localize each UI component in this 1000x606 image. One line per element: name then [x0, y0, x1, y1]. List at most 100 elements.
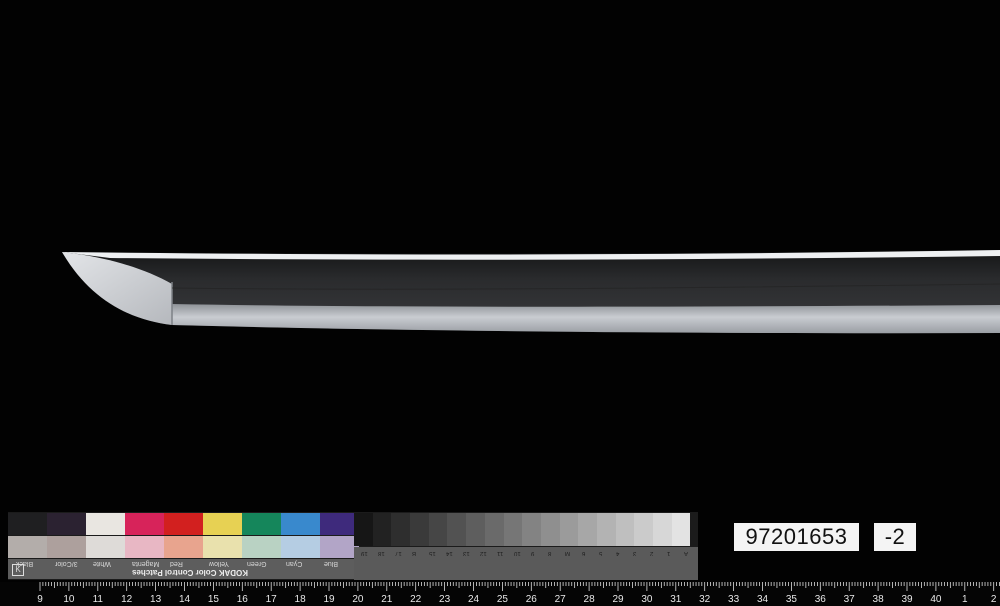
gray-scale-label: 13 [463, 550, 470, 556]
gray-scale-label: M [565, 550, 570, 556]
ruler-number: 13 [150, 594, 162, 605]
gray-step [578, 513, 597, 546]
color-patch [47, 513, 86, 535]
patch-label: Black [16, 560, 34, 567]
color-patch [242, 513, 281, 535]
gray-scale-label: 9 [531, 550, 535, 556]
color-patch [125, 536, 164, 558]
ruler-number: 10 [63, 594, 75, 605]
color-patch [164, 536, 203, 558]
color-patch [203, 513, 242, 535]
ruler-number: 26 [526, 594, 538, 605]
ruler-number: 39 [901, 594, 913, 605]
color-patch [47, 536, 86, 558]
blade-edge [172, 304, 1000, 334]
gray-scale-label: 1 [667, 550, 671, 556]
gray-scale-label: 8 [548, 550, 552, 556]
ruler-number: 24 [468, 594, 480, 605]
ruler-number: 25 [497, 594, 509, 605]
gray-step [354, 513, 373, 546]
color-patch [281, 536, 320, 558]
ruler-number: 30 [641, 594, 653, 605]
gray-scale-label: A [684, 550, 689, 556]
ruler-number: 34 [757, 594, 769, 605]
color-patch [8, 536, 47, 558]
gray-scale-label: 12 [480, 550, 487, 556]
color-patch [242, 536, 281, 558]
photo-scene: K KODAK Color Control Patches Blue Cyan Gr… [0, 0, 1000, 606]
gray-step [466, 513, 485, 546]
ruler-number: 37 [844, 594, 856, 605]
gray-scale-label: 18 [378, 550, 385, 556]
color-patch [125, 513, 164, 535]
color-patch [86, 513, 125, 535]
gray-step [522, 513, 541, 546]
color-patch [164, 513, 203, 535]
patch-label: 3/Color [54, 560, 78, 567]
ruler-number: 9 [37, 594, 43, 605]
color-patches-top [8, 513, 359, 535]
ruler-number: 35 [786, 594, 798, 605]
ruler-number: 28 [584, 594, 596, 605]
gray-step [653, 513, 672, 546]
color-patch [8, 513, 47, 535]
chart-brand: KODAK Color Control Patches [132, 568, 249, 577]
ruler-number: 21 [381, 594, 393, 605]
ruler-number: 15 [208, 594, 220, 605]
ruler-number: 32 [699, 594, 711, 605]
gray-scale-label: 3 [633, 550, 637, 556]
color-patch [203, 536, 242, 558]
gray-step [615, 513, 635, 546]
patch-label: White [93, 560, 111, 567]
ruler-number: 36 [815, 594, 827, 605]
gray-step [634, 513, 653, 546]
patch-label: Yellow [208, 560, 229, 567]
gray-scale [354, 513, 691, 546]
patch-label: Blue [324, 560, 339, 567]
color-patch [281, 513, 320, 535]
color-patch [86, 536, 125, 558]
ruler-number: 2 [991, 594, 997, 605]
patch-label: Green [247, 560, 267, 567]
gray-scale-label: 17 [395, 550, 402, 556]
gray-scale-label: 19 [361, 550, 368, 556]
gray-step [391, 513, 411, 546]
ruler-number: 12 [121, 594, 133, 605]
gray-scale-label: 15 [429, 550, 436, 556]
patch-label: Red [170, 560, 183, 567]
patch-label: Magenta [131, 560, 159, 567]
gray-step [372, 513, 392, 546]
ruler-number: 17 [266, 594, 278, 605]
color-patches-bottom [8, 536, 359, 558]
ruler-number: 29 [612, 594, 624, 605]
patch-label: Cyan [285, 560, 302, 567]
color-control-chart: K KODAK Color Control Patches Blue Cyan Gr… [8, 512, 698, 580]
ruler-number: 27 [555, 594, 567, 605]
specimen-id-label: 97201653 [734, 523, 859, 551]
ruler-number: 16 [237, 594, 249, 605]
gray-scale-label: B [412, 550, 417, 556]
gray-scale-label: 11 [497, 550, 504, 556]
ruler-number: 11 [93, 594, 104, 605]
gray-step [596, 513, 616, 546]
measuring-ruler: 9 10 11 12 13 14 15 16 17 18 19 20 21 22 23 24 25 26 27 28 2… [0, 582, 1000, 606]
gray-step [540, 513, 560, 546]
ruler-number: 18 [295, 594, 307, 605]
ruler-number: 40 [930, 594, 942, 605]
gray-step [447, 513, 467, 546]
gray-scale-label: 4 [616, 550, 620, 556]
gray-scale-label: 14 [446, 550, 453, 556]
ruler-number: 33 [728, 594, 740, 605]
gray-step [428, 513, 448, 546]
gray-step [671, 513, 691, 546]
ruler-number: 38 [873, 594, 885, 605]
ruler-number: 31 [670, 594, 682, 605]
gray-step [503, 513, 523, 546]
gray-scale-label: 10 [514, 550, 521, 556]
ruler-number: 22 [410, 594, 422, 605]
ruler-number: 14 [179, 594, 191, 605]
patch-label-strip: K KODAK Color Control Patches Blue Cyan Gr… [8, 559, 354, 579]
gray-scale-label: 5 [599, 550, 603, 556]
ruler-number: 20 [352, 594, 364, 605]
ruler-number: 19 [323, 594, 335, 605]
